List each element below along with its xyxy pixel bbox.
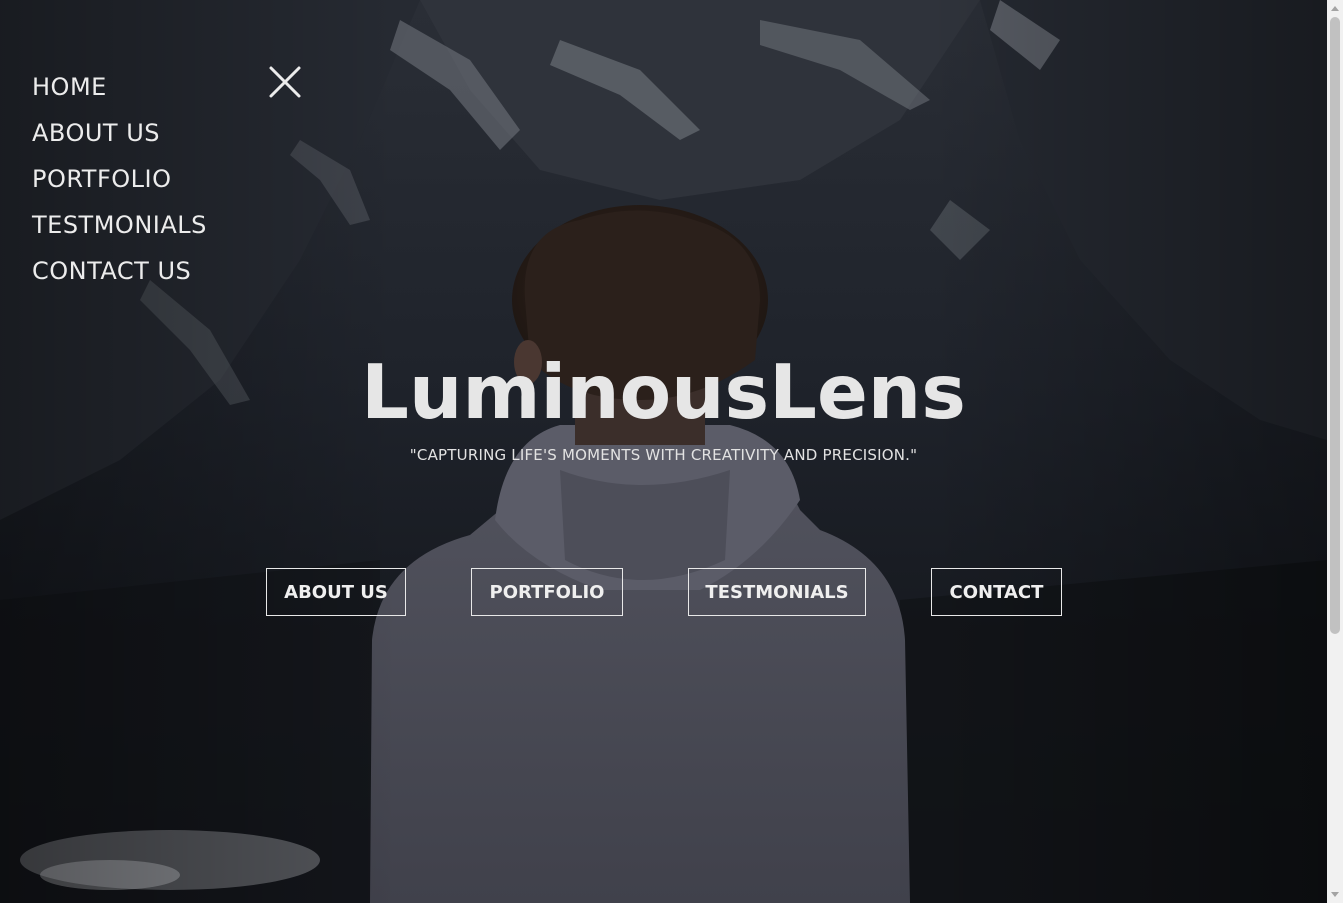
side-nav-menu: HOME ABOUT US PORTFOLIO TESTMONIALS CONT… bbox=[32, 64, 207, 294]
nav-item-testimonials[interactable]: TESTMONIALS bbox=[32, 202, 207, 248]
scroll-down-arrow-icon[interactable] bbox=[1331, 892, 1339, 897]
scroll-up-arrow-icon[interactable] bbox=[1331, 6, 1339, 11]
contact-button[interactable]: CONTACT bbox=[931, 568, 1062, 616]
portfolio-button[interactable]: PORTFOLIO bbox=[471, 568, 623, 616]
nav-item-about-us[interactable]: ABOUT US bbox=[32, 110, 207, 156]
nav-item-contact-us[interactable]: CONTACT US bbox=[32, 248, 207, 294]
nav-item-home[interactable]: HOME bbox=[32, 64, 207, 110]
nav-item-portfolio[interactable]: PORTFOLIO bbox=[32, 156, 207, 202]
page: HOME ABOUT US PORTFOLIO TESTMONIALS CONT… bbox=[0, 0, 1343, 903]
about-us-button[interactable]: ABOUT US bbox=[266, 568, 406, 616]
vertical-scrollbar[interactable] bbox=[1327, 0, 1343, 903]
testimonials-button[interactable]: TESTMONIALS bbox=[688, 568, 866, 616]
site-tagline: "CAPTURING LIFE'S MOMENTS WITH CREATIVIT… bbox=[409, 446, 918, 464]
close-icon[interactable] bbox=[266, 64, 304, 102]
site-title: LuminousLens bbox=[361, 348, 966, 436]
scroll-thumb[interactable] bbox=[1330, 17, 1340, 634]
